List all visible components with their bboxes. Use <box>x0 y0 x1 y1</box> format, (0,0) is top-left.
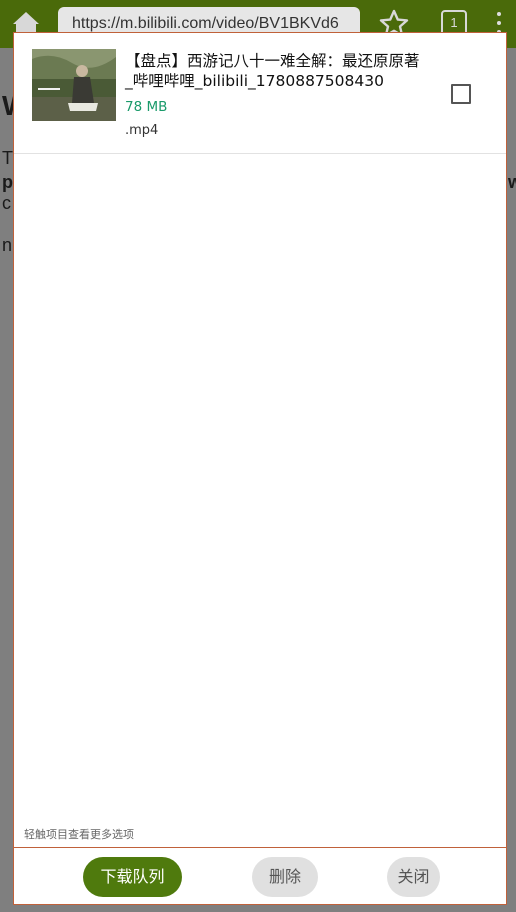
file-extension: .mp4 <box>125 123 159 138</box>
select-checkbox[interactable] <box>451 84 471 104</box>
url-text: https://m.bilibili.com/video/BV1BKVd6 <box>72 15 339 32</box>
download-list-item[interactable]: 【盘点】西游记八十一难全解：最还原原著_哔哩哔哩_bilibili_178088… <box>14 33 506 154</box>
background-text: w <box>508 172 516 192</box>
close-button[interactable]: 关闭 <box>387 857 440 897</box>
background-text: c <box>2 193 11 213</box>
file-size: 78 MB <box>125 99 168 115</box>
background-text: n <box>2 235 13 255</box>
dialog-footer: 下载队列 删除 关闭 <box>14 847 506 906</box>
video-thumbnail <box>32 49 116 121</box>
video-title: 【盘点】西游记八十一难全解：最还原原著_哔哩哔哩_bilibili_178088… <box>125 52 420 90</box>
download-dialog: 【盘点】西游记八十一难全解：最还原原著_哔哩哔哩_bilibili_178088… <box>13 32 507 905</box>
delete-button[interactable]: 删除 <box>252 857 318 897</box>
background-text: p <box>2 172 13 192</box>
hint-text: 轻触项目查看更多选项 <box>24 828 134 841</box>
download-queue-button[interactable]: 下载队列 <box>83 857 182 897</box>
background-text: T <box>2 148 13 168</box>
